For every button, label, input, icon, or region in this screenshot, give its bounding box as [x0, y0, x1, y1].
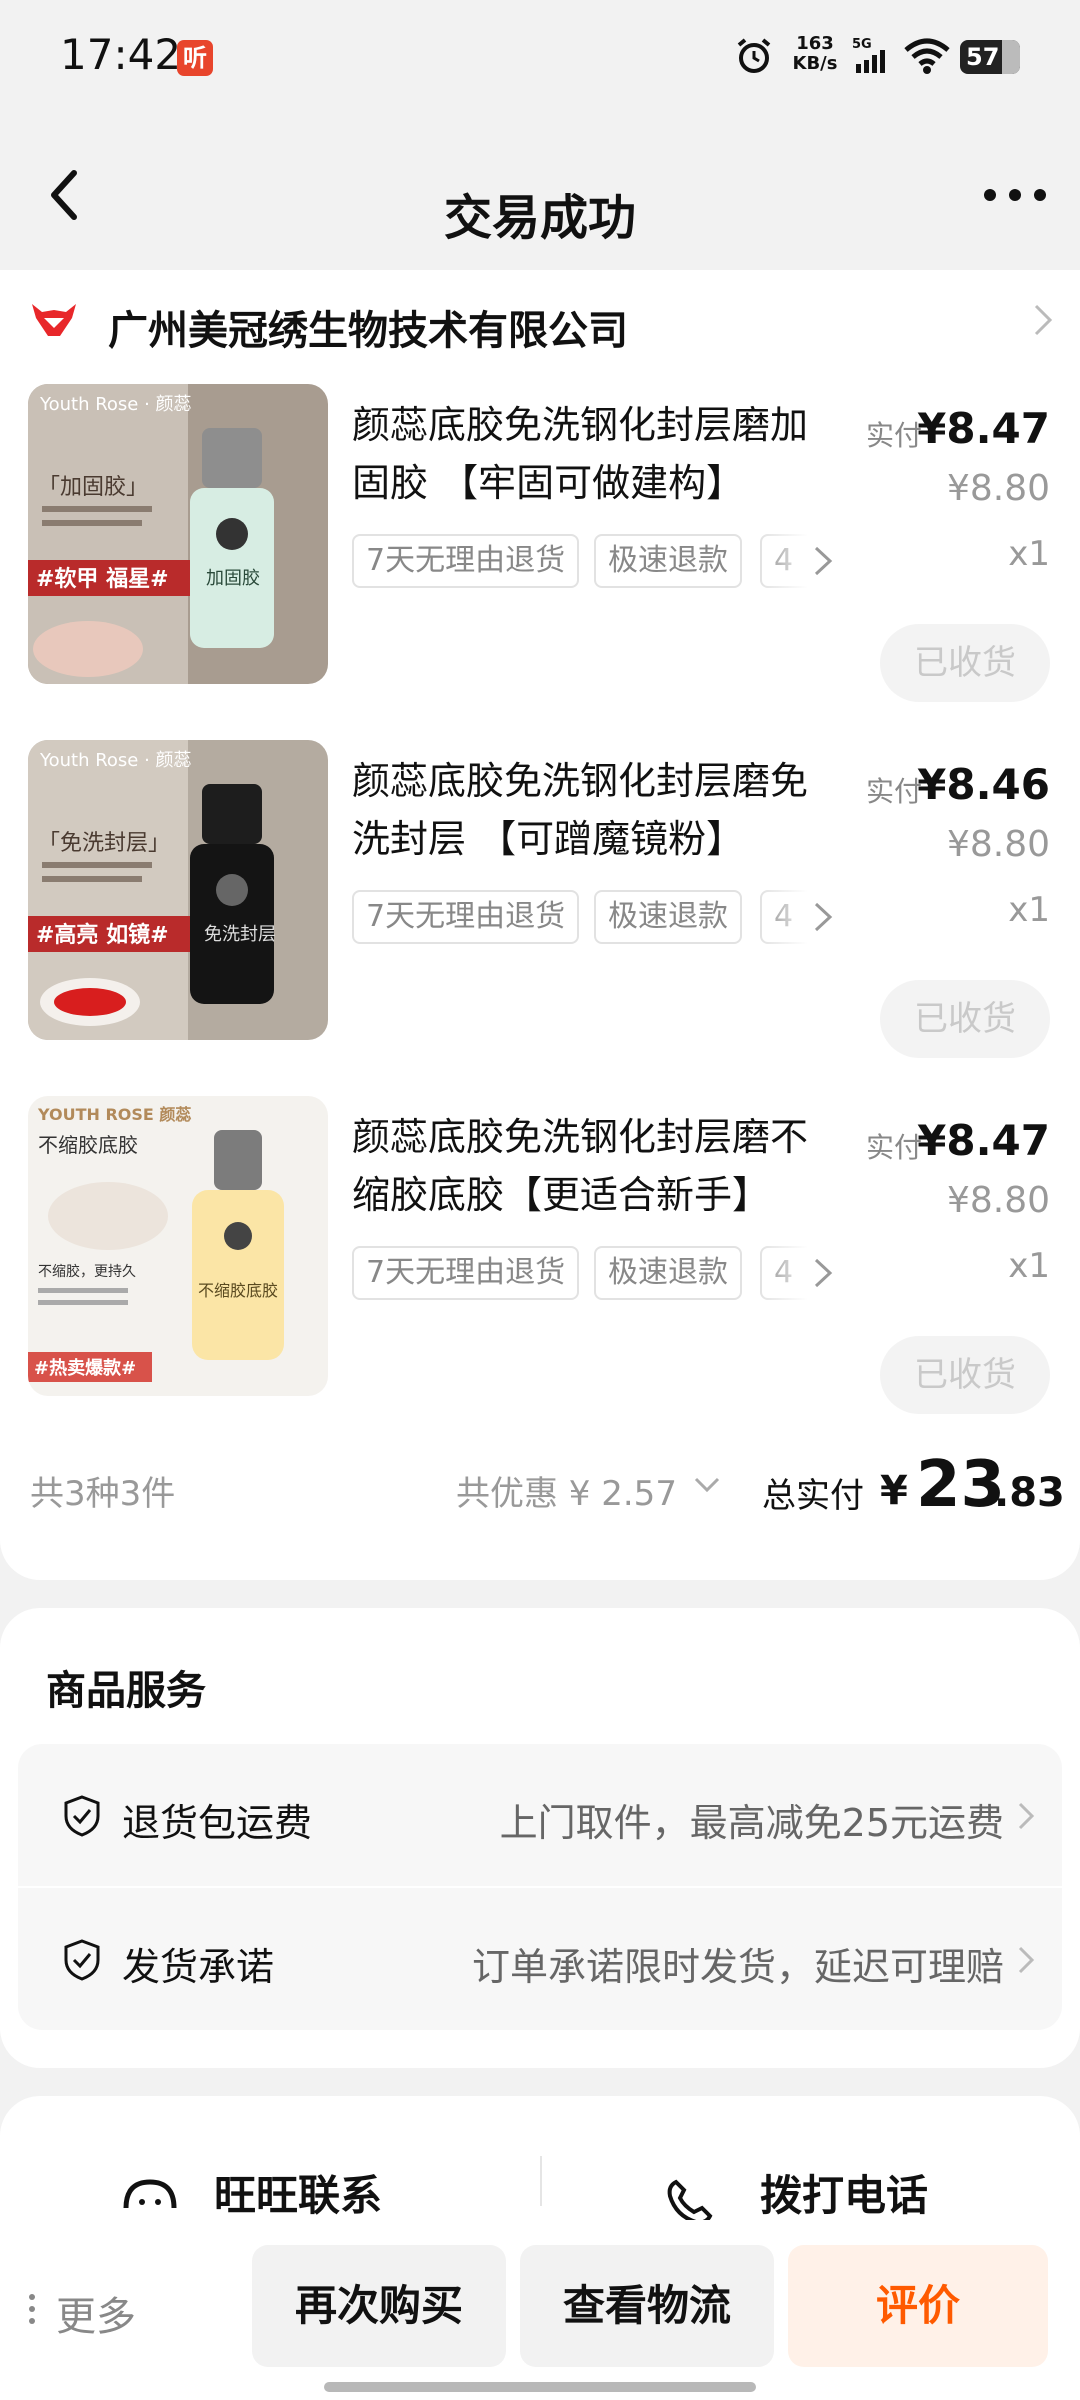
view-logistics-button[interactable]: 查看物流	[520, 2245, 774, 2367]
product-image[interactable]: YOUTH ROSE 颜蕊 不缩胶底胶 不缩胶，更持久 #热卖爆款# 不缩胶底胶	[28, 1096, 328, 1396]
image-heading-text: 「加固胶」	[38, 475, 148, 500]
discount-total[interactable]: 共优惠 ¥ 2.57	[456, 1466, 677, 1515]
paid-label: 实付	[866, 1131, 923, 1164]
chevron-right-icon[interactable]	[812, 1256, 834, 1290]
more-dots-icon[interactable]	[28, 2292, 36, 2326]
order-item[interactable]: YOUTH ROSE 颜蕊 不缩胶底胶 不缩胶，更持久 #热卖爆款# 不缩胶底胶…	[0, 1096, 1080, 1452]
order-item[interactable]: Youth Rose · 颜蕊 「免洗封层」 #高亮 如镜# 免洗封层 颜蕊底胶…	[0, 740, 1080, 1096]
chevron-right-icon[interactable]	[812, 900, 834, 934]
order-item[interactable]: Youth Rose · 颜蕊 「加固胶」 #软甲 福星# 加固胶 颜蕊底胶免洗…	[0, 384, 1080, 740]
image-slogan-text: 不缩胶，更持久	[38, 1263, 136, 1280]
tag-no-reason-return: 7天无理由退货	[352, 534, 580, 588]
review-button[interactable]: 评价	[788, 2245, 1048, 2367]
svg-text:5G: 5G	[852, 37, 872, 52]
service-row-return-shipping[interactable]: 退货包运费 上门取件，最高减免25元运费	[18, 1744, 1062, 1886]
order-card: 广州美冠绣生物技术有限公司 Youth Rose · 颜蕊 「加固胶」 #软甲 …	[0, 270, 1080, 1580]
battery-icon: 57	[960, 40, 1020, 74]
nav-bar: 交易成功	[0, 120, 1080, 270]
received-button: 已收货	[880, 1336, 1050, 1414]
chevron-right-icon[interactable]	[1030, 302, 1056, 338]
more-options-icon[interactable]	[980, 180, 1050, 210]
divider	[540, 2156, 542, 2206]
net-speed-value: 163	[796, 33, 834, 54]
page-title: 交易成功	[443, 190, 636, 246]
currency-symbol: ¥	[880, 1468, 908, 1514]
quantity: x1	[1008, 534, 1050, 574]
quantity: x1	[1008, 890, 1050, 930]
shield-check-icon	[64, 1795, 100, 1837]
tmall-logo-icon	[32, 304, 76, 336]
service-desc: 上门取件，最高减免25元运费	[499, 1801, 1004, 1845]
image-promo-text: #高亮 如镜#	[36, 922, 169, 948]
chevron-right-icon[interactable]	[1016, 1800, 1036, 1832]
paid-price: ¥8.47	[917, 404, 1050, 453]
shop-row[interactable]: 广州美冠绣生物技术有限公司	[0, 270, 1080, 370]
image-bottle-label: 免洗封层	[204, 924, 276, 945]
paid-price: ¥8.47	[917, 1116, 1050, 1165]
order-summary: 共3种3件 共优惠 ¥ 2.57 总实付 ¥ 23 .83	[0, 1448, 1080, 1530]
tag-fast-refund: 极速退款	[594, 890, 742, 944]
net-speed-unit: KB/s	[792, 53, 838, 74]
chevron-right-icon[interactable]	[1016, 1944, 1036, 1976]
tag-fast-refund: 极速退款	[594, 534, 742, 588]
product-image[interactable]: Youth Rose · 颜蕊 「免洗封层」 #高亮 如镜# 免洗封层	[28, 740, 328, 1040]
image-brand-text: Youth Rose · 颜蕊	[39, 750, 192, 771]
service-desc: 订单承诺限时发货，延迟可理赔	[471, 1945, 1004, 1989]
service-label: 发货承诺	[122, 1945, 275, 1989]
chevron-right-icon[interactable]	[812, 544, 834, 578]
shield-check-icon	[64, 1939, 100, 1981]
services-card: 商品服务 退货包运费 上门取件，最高减免25元运费 发货承诺 订单承诺限时发货，…	[0, 1608, 1080, 2068]
received-button: 已收货	[880, 980, 1050, 1058]
paid-label: 实付	[866, 775, 923, 808]
quantity: x1	[1008, 1246, 1050, 1286]
total-paid-integer: 23	[916, 1448, 1006, 1522]
image-promo-text: #软甲 福星#	[36, 566, 169, 592]
original-price: ¥8.80	[946, 1180, 1050, 1221]
original-price: ¥8.80	[946, 468, 1050, 509]
total-paid-label: 总实付	[762, 1476, 864, 1516]
product-title[interactable]: 颜蕊底胶免洗钢化封层磨免洗封层 【可蹭魔镜粉】	[352, 752, 832, 868]
chevron-down-icon[interactable]	[692, 1474, 722, 1496]
home-indicator[interactable]	[324, 2382, 756, 2392]
product-image[interactable]: Youth Rose · 颜蕊 「加固胶」 #软甲 福星# 加固胶	[28, 384, 328, 684]
services-title: 商品服务	[46, 1668, 206, 1714]
status-bar: 17:42 听 163 KB/s 5G 57	[0, 0, 1080, 120]
battery-level: 57	[966, 43, 1000, 71]
tag-no-reason-return: 7天无理由退货	[352, 1246, 580, 1300]
item-count: 共3种3件	[30, 1474, 176, 1514]
received-button: 已收货	[880, 624, 1050, 702]
service-label: 退货包运费	[122, 1801, 313, 1845]
shop-name[interactable]: 广州美冠绣生物技术有限公司	[108, 298, 628, 356]
more-button[interactable]: 更多	[56, 2284, 136, 2342]
product-title[interactable]: 颜蕊底胶免洗钢化封层磨不缩胶底胶【更适合新手】	[352, 1108, 832, 1224]
total-paid-decimal: .83	[994, 1470, 1065, 1516]
image-heading-text: 「免洗封层」	[38, 831, 170, 856]
call-phone-button[interactable]: 拨打电话	[760, 2162, 928, 2223]
wangwang-contact-button[interactable]: 旺旺联系	[214, 2162, 382, 2223]
alarm-icon	[737, 38, 771, 73]
signal-icon: 5G	[852, 37, 885, 73]
status-time: 17:42	[60, 30, 182, 79]
image-heading-text: 不缩胶底胶	[38, 1133, 138, 1157]
image-bottle-label: 不缩胶底胶	[198, 1281, 278, 1300]
image-bottle-label: 加固胶	[206, 568, 260, 589]
buy-again-button[interactable]: 再次购买	[252, 2245, 506, 2367]
battery-empty-part	[1002, 40, 1020, 74]
image-promo-text: #热卖爆款#	[34, 1357, 136, 1379]
tag-fast-refund: 极速退款	[594, 1246, 742, 1300]
image-brand-text: YOUTH ROSE 颜蕊	[37, 1105, 191, 1124]
image-brand-text: Youth Rose · 颜蕊	[39, 394, 192, 415]
paid-label: 实付	[866, 419, 923, 452]
net-speed: 163 KB/s	[790, 34, 840, 74]
wifi-icon	[904, 38, 950, 74]
app-badge-icon: 听	[177, 40, 213, 76]
original-price: ¥8.80	[946, 824, 1050, 865]
service-row-shipping-promise[interactable]: 发货承诺 订单承诺限时发货，延迟可理赔	[18, 1888, 1062, 2030]
bottom-action-bar: 更多 再次购买 查看物流 评价	[0, 2220, 1080, 2400]
tag-no-reason-return: 7天无理由退货	[352, 890, 580, 944]
paid-price: ¥8.46	[917, 760, 1050, 809]
product-title[interactable]: 颜蕊底胶免洗钢化封层磨加固胶 【牢固可做建构】	[352, 396, 832, 512]
